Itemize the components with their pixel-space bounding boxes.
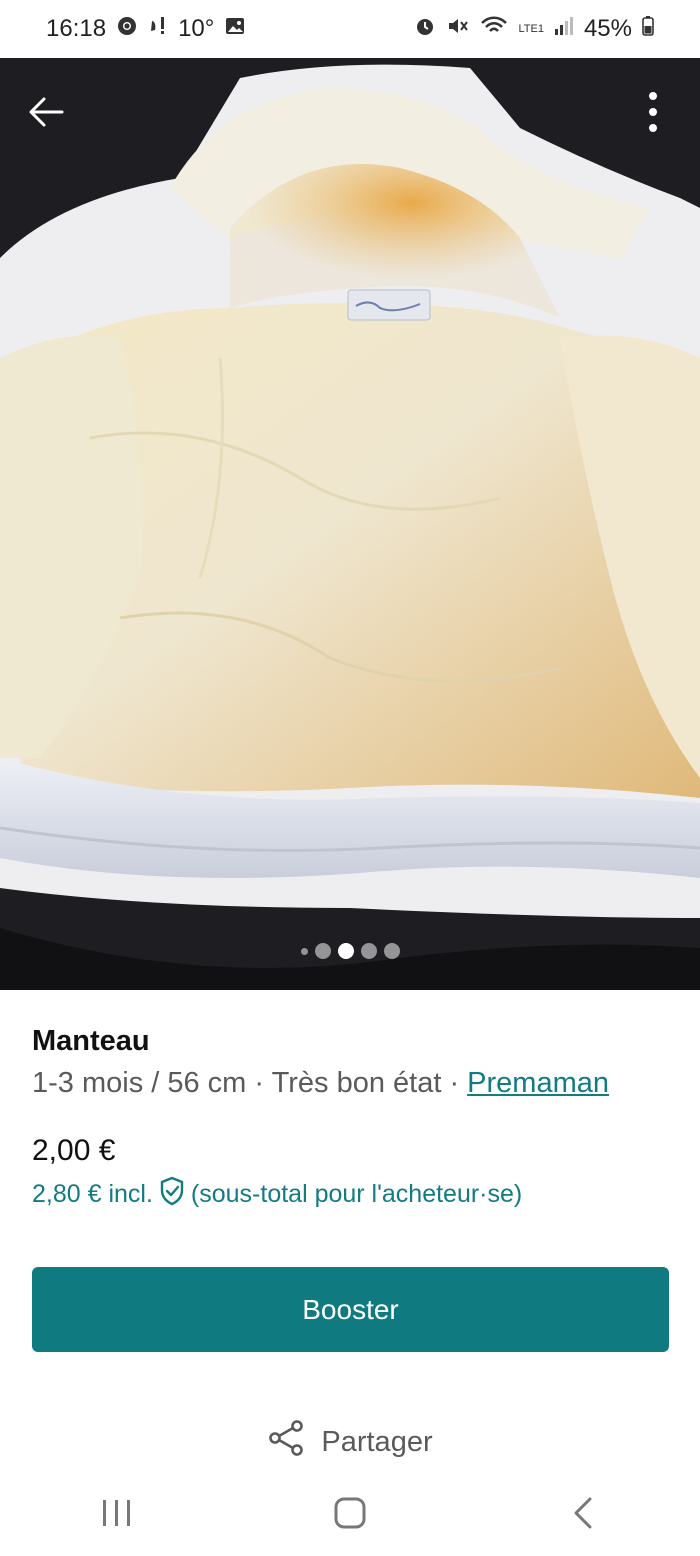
wifi-icon <box>480 15 508 43</box>
listing-price: 2,00 € <box>32 1134 116 1167</box>
lte-badge: LTE1 <box>518 23 544 35</box>
status-battery: 45% <box>583 15 632 42</box>
more-vertical-icon[interactable] <box>632 88 674 136</box>
status-right: LTE1 45% <box>414 15 654 43</box>
mute-icon <box>446 15 470 43</box>
alarm-icon <box>414 15 436 43</box>
size-condition: 1-3 mois / 56 cm · Très bon état · <box>32 1067 468 1099</box>
buyer-price-note: (sous-total pour l'acheteur·se) <box>190 1180 523 1208</box>
battery-icon <box>642 15 654 43</box>
system-nav-bar <box>0 1470 700 1556</box>
brand-link[interactable]: Premaman <box>467 1067 609 1099</box>
buyer-price: 2,80 € incl. <box>32 1180 153 1208</box>
back-nav-icon[interactable] <box>543 1483 623 1543</box>
product-photo[interactable] <box>0 58 700 990</box>
share-button[interactable]: Partager <box>0 1418 700 1466</box>
pager-dot-active[interactable] <box>337 943 354 959</box>
buyer-price-row[interactable]: 2,80 € incl. (sous-total pour l'acheteur… <box>32 1176 522 1213</box>
listing-details: Manteau 1-3 mois / 56 cm · Très bon état… <box>32 1022 672 1102</box>
status-temperature: 10° <box>178 15 215 42</box>
status-left: 16:18 10° <box>46 15 246 43</box>
photo-pager <box>0 943 700 959</box>
share-icon <box>267 1418 307 1466</box>
back-arrow-icon[interactable] <box>24 90 68 134</box>
chrome-icon <box>116 15 138 43</box>
share-label: Partager <box>321 1425 433 1458</box>
signal-icon <box>554 15 574 43</box>
recent-apps-icon[interactable] <box>77 1483 157 1543</box>
alert-icon <box>148 15 168 43</box>
home-icon[interactable] <box>310 1483 390 1543</box>
boost-button[interactable]: Booster <box>32 1267 669 1352</box>
pager-dot[interactable] <box>300 947 308 955</box>
pager-dot[interactable] <box>383 943 400 959</box>
listing-title: Manteau <box>32 1025 150 1057</box>
listing-meta: 1-3 mois / 56 cm · Très bon état · Prema… <box>32 1064 672 1102</box>
status-time: 16:18 <box>46 15 107 42</box>
status-bar: 16:18 10° LTE1 45% <box>0 0 700 58</box>
photo-illustration <box>0 58 700 990</box>
shield-check-icon <box>159 1176 185 1213</box>
pager-dot[interactable] <box>360 943 377 959</box>
pager-dot[interactable] <box>314 943 331 959</box>
gallery-icon <box>224 15 246 43</box>
